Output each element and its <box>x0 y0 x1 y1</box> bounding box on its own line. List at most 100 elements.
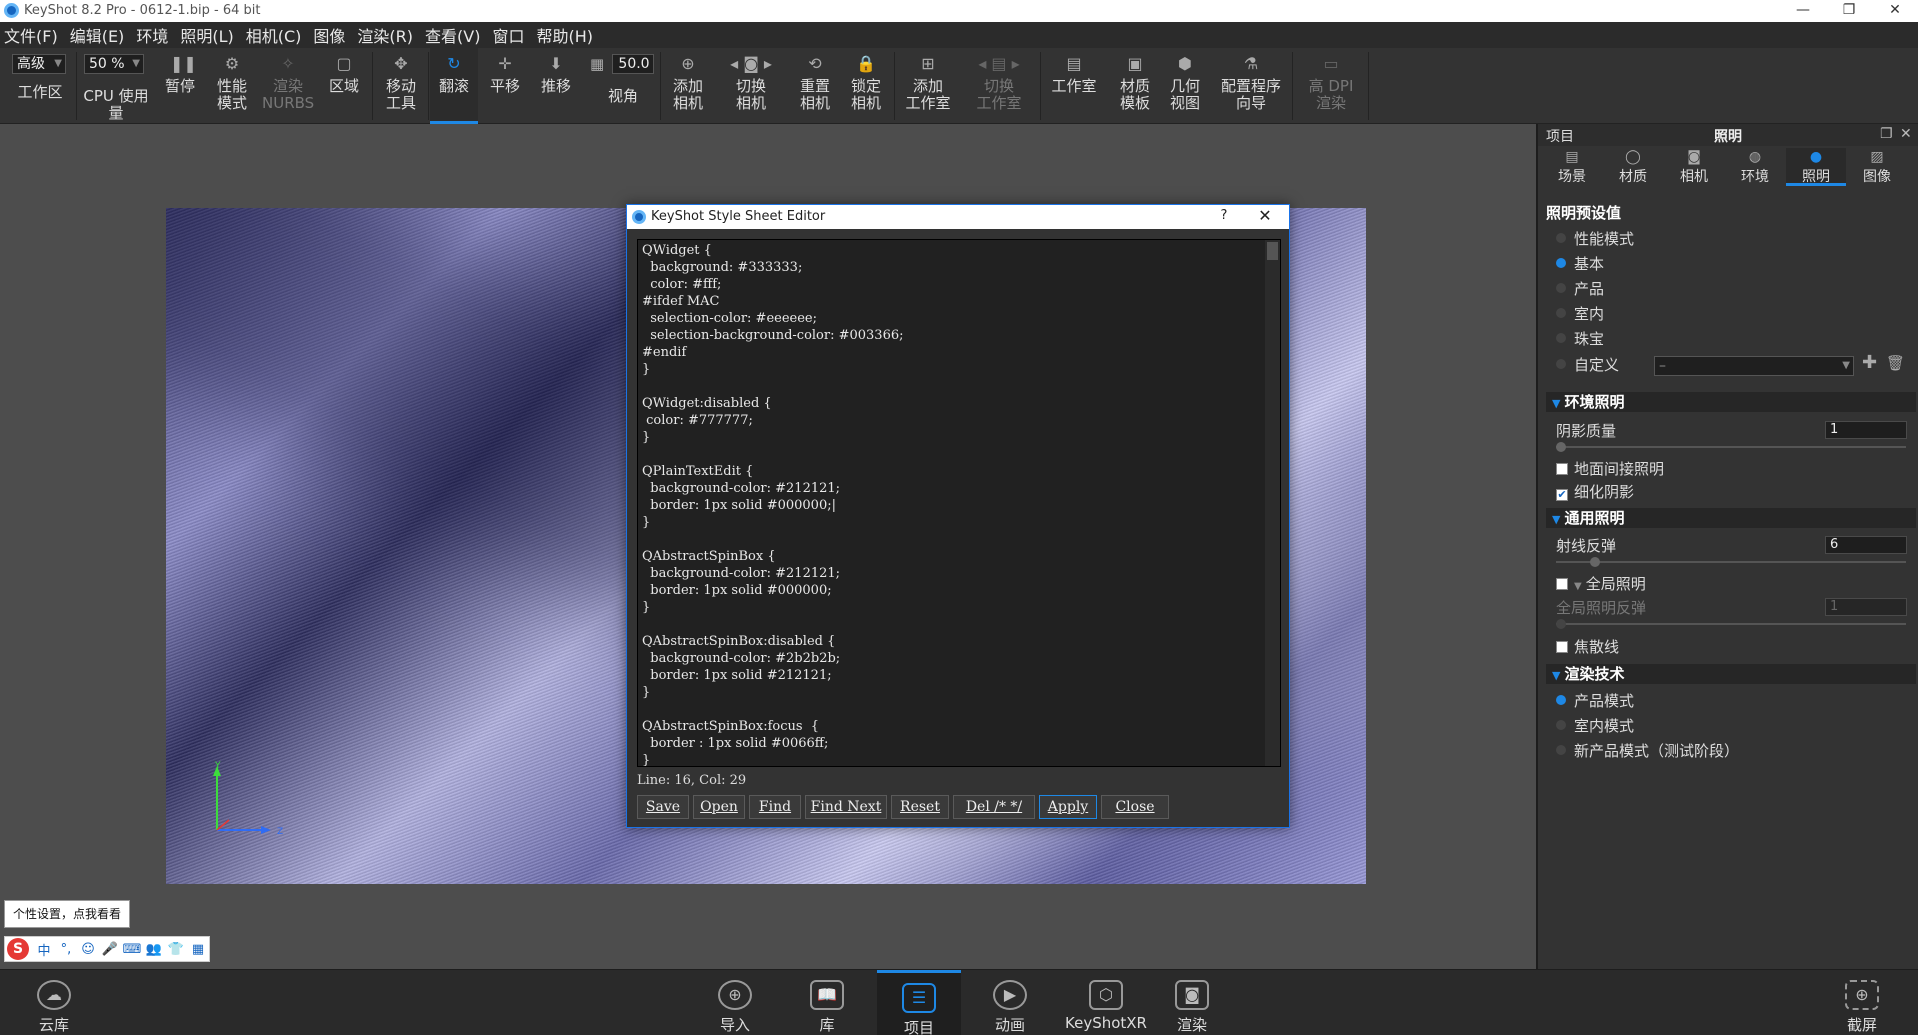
gi-bounces-input[interactable]: 1 <box>1825 598 1907 616</box>
ime-tooltip[interactable]: 个性设置，点我看看 <box>4 900 131 928</box>
menu-render[interactable]: 渲染(R) <box>357 23 413 47</box>
menu-help[interactable]: 帮助(H) <box>536 23 593 47</box>
render-mode-new-product[interactable]: 新产品模式（测试阶段） <box>1556 740 1739 761</box>
project-button[interactable]: ☰ 项目 <box>877 970 961 1035</box>
cpu-usage-select[interactable]: 50 % ▼ <box>84 54 144 74</box>
open-button[interactable]: Open <box>693 795 745 819</box>
add-studio-button[interactable]: ⊞ 添加 工作室 <box>898 48 958 124</box>
preset-basic[interactable]: 基本 <box>1556 253 1604 274</box>
editor-scrollbar[interactable] <box>1265 240 1280 766</box>
ime-toolbox-icon[interactable]: ▦ <box>187 942 209 957</box>
caustics-checkbox[interactable]: 焦散线 <box>1556 636 1619 657</box>
tab-image[interactable]: ▨ 图像 <box>1847 148 1907 186</box>
move-tool-button[interactable]: ✥ 移动 工具 <box>376 48 426 124</box>
menu-lighting[interactable]: 照明(L) <box>180 23 233 47</box>
tab-camera[interactable]: ◙ 相机 <box>1664 148 1724 186</box>
tumble-button[interactable]: ↻ 翻滚 <box>430 48 478 124</box>
render-button[interactable]: ◙ 渲染 <box>1150 970 1234 1035</box>
find-next-button[interactable]: Find Next <box>805 795 887 819</box>
sogou-logo-icon[interactable]: S <box>7 938 29 960</box>
performance-mode-button[interactable]: ⚙ 性能 模式 <box>206 48 258 124</box>
undock-icon[interactable]: ❐ <box>1880 126 1893 142</box>
menu-edit[interactable]: 编辑(E) <box>70 23 125 47</box>
keyshotxr-button[interactable]: ⬡ KeyShotXR <box>1060 970 1152 1035</box>
render-mode-product[interactable]: 产品模式 <box>1556 690 1634 711</box>
animation-button[interactable]: ▶ 动画 <box>968 970 1052 1035</box>
preset-performance-mode[interactable]: 性能模式 <box>1556 228 1634 249</box>
material-template-button[interactable]: ▣ 材质 模板 <box>1110 48 1160 124</box>
ime-users-icon[interactable]: 👥 <box>143 942 165 957</box>
tab-scene[interactable]: ▤ 场景 <box>1542 148 1602 186</box>
switch-camera-button[interactable]: ◂ ◙ ▸ 切换 相机 <box>716 48 786 124</box>
slider-handle[interactable] <box>1556 619 1566 629</box>
slider-handle[interactable] <box>1590 557 1600 567</box>
ray-bounces-slider[interactable] <box>1556 557 1906 567</box>
ime-toolbar[interactable]: S 中 °, ☺ 🎤 ⌨ 👥 👕 ▦ <box>4 936 210 962</box>
preset-jewelry[interactable]: 珠宝 <box>1556 328 1604 349</box>
workspace-select[interactable]: 高级 ▼ <box>12 54 66 74</box>
hidpi-render-button[interactable]: ▭ 高 DPI 渲染 <box>1298 48 1364 124</box>
dialog-close-icon[interactable]: ✕ <box>1245 205 1285 229</box>
slider-handle[interactable] <box>1556 442 1566 452</box>
preset-custom[interactable]: 自定义 <box>1556 354 1619 375</box>
refine-shadows-checkbox[interactable]: ✔ 细化阴影 <box>1556 481 1634 502</box>
stylesheet-text-editor[interactable]: QWidget { background: #333333; color: #f… <box>637 239 1281 767</box>
add-camera-button[interactable]: ⊕ 添加 相机 <box>664 48 712 124</box>
render-nurbs-button[interactable]: ✧ 渲染 NURBS <box>262 48 314 124</box>
render-technique-header[interactable]: ▼ 渲染技术 <box>1546 664 1916 684</box>
screenshot-button[interactable]: ⊕ 截屏 <box>1820 970 1904 1035</box>
scrollbar-thumb[interactable] <box>1267 242 1278 260</box>
cloud-library-button[interactable]: ☁ 云库 <box>12 970 96 1035</box>
menu-window[interactable]: 窗口 <box>492 23 524 47</box>
tab-lighting[interactable]: ● 照明 <box>1786 148 1846 186</box>
lock-camera-button[interactable]: 🔒 锁定 相机 <box>842 48 890 124</box>
ime-emoji-icon[interactable]: ☺ <box>77 942 99 957</box>
ime-skin-icon[interactable]: 👕 <box>165 942 187 957</box>
dolly-button[interactable]: ⬇ 推移 <box>532 48 580 124</box>
apply-button[interactable]: Apply <box>1039 795 1097 819</box>
shadow-quality-input[interactable]: 1 <box>1825 421 1907 439</box>
close-window-button[interactable]: ✕ <box>1872 0 1918 22</box>
preset-product[interactable]: 产品 <box>1556 278 1604 299</box>
tab-environment[interactable]: ◍ 环境 <box>1725 148 1785 186</box>
find-button[interactable]: Find <box>749 795 801 819</box>
menu-image[interactable]: 图像 <box>313 23 345 47</box>
switch-studio-button[interactable]: ◂ ▤ ▸ 切换 工作室 <box>962 48 1036 124</box>
save-button[interactable]: Save <box>637 795 689 819</box>
custom-preset-select[interactable]: – ▼ <box>1654 356 1854 376</box>
reset-button[interactable]: Reset <box>891 795 949 819</box>
restore-button[interactable]: ❐ <box>1826 0 1872 22</box>
environment-lighting-header[interactable]: ▼ 环境照明 <box>1546 392 1916 412</box>
general-lighting-header[interactable]: ▼ 通用照明 <box>1546 508 1916 528</box>
close-panel-icon[interactable]: ✕ <box>1900 126 1912 142</box>
render-mode-interior[interactable]: 室内模式 <box>1556 715 1634 736</box>
delete-preset-icon[interactable]: 🗑 <box>1886 354 1905 372</box>
region-button[interactable]: ▢ 区域 <box>318 48 370 124</box>
menu-file[interactable]: 文件(F) <box>4 23 58 47</box>
geometry-view-button[interactable]: ⬢ 几何 视图 <box>1160 48 1210 124</box>
ime-keyboard-icon[interactable]: ⌨ <box>121 942 143 957</box>
pause-button[interactable]: ❚❚ 暂停 <box>158 48 202 124</box>
gi-bounces-slider[interactable] <box>1556 619 1906 629</box>
library-button[interactable]: 📖 库 <box>785 970 869 1035</box>
global-illumination-checkbox[interactable]: ▼ 全局照明 <box>1556 573 1646 594</box>
fov-input[interactable]: 50.0 <box>612 54 654 74</box>
menu-environment[interactable]: 环境 <box>136 23 168 47</box>
menu-view[interactable]: 查看(V) <box>425 23 480 47</box>
delete-comment-button[interactable]: Del /* */ <box>953 795 1035 819</box>
config-wizard-button[interactable]: ⚗ 配置程序 向导 <box>1214 48 1288 124</box>
import-button[interactable]: ⊕ 导入 <box>693 970 777 1035</box>
ray-bounces-input[interactable]: 6 <box>1825 536 1907 554</box>
preset-interior[interactable]: 室内 <box>1556 303 1604 324</box>
ground-indirect-checkbox[interactable]: 地面间接照明 <box>1556 458 1664 479</box>
close-button[interactable]: Close <box>1101 795 1169 819</box>
minimize-button[interactable]: — <box>1780 0 1826 22</box>
reset-camera-button[interactable]: ⟲ 重置 相机 <box>790 48 840 124</box>
ime-chinese-mode[interactable]: 中 <box>33 940 55 959</box>
ime-punctuation-icon[interactable]: °, <box>55 942 77 957</box>
menu-camera[interactable]: 相机(C) <box>246 23 302 47</box>
ime-voice-icon[interactable]: 🎤 <box>99 942 121 957</box>
pan-button[interactable]: ✛ 平移 <box>482 48 528 124</box>
shadow-quality-slider[interactable] <box>1556 442 1906 452</box>
studio-button[interactable]: ▤ 工作室 <box>1044 48 1104 124</box>
